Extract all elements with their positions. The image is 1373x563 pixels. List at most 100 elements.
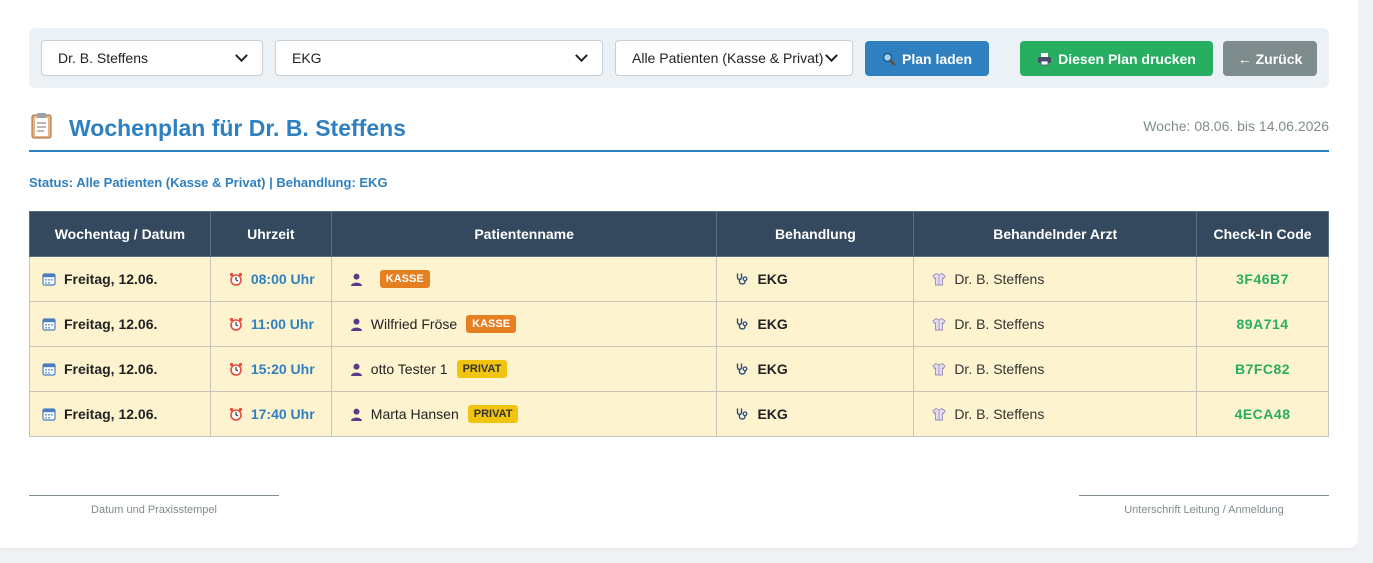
calendar-icon xyxy=(42,317,56,331)
page-card: Dr. B. Steffens EKG Alle Patienten (Kass… xyxy=(0,0,1358,548)
day-text: Freitag, 12.06. xyxy=(64,406,158,422)
day-text: Freitag, 12.06. xyxy=(64,361,158,377)
day-cell: Freitag, 12.06. xyxy=(29,256,211,302)
doctor-text: Dr. B. Steffens xyxy=(954,406,1045,422)
patient-name: Wilfried Fröse xyxy=(370,316,458,332)
treatment-select-value: EKG xyxy=(292,50,322,66)
insurance-badge: KASSE xyxy=(379,270,430,288)
patient-status-select-value: Alle Patienten (Kasse & Privat) xyxy=(632,50,824,66)
doctor-coat-icon xyxy=(932,272,946,286)
treatment-text: EKG xyxy=(757,406,788,422)
doctor-text: Dr. B. Steffens xyxy=(954,361,1045,377)
chevron-down-icon xyxy=(575,48,588,62)
table-row: Freitag, 12.06. 15:20 Uhr otto Tester 1 PRI… xyxy=(29,346,1329,392)
alarm-clock-icon xyxy=(229,407,243,421)
table-row: Freitag, 12.06. 11:00 Uhr Wilfried Fröse KA… xyxy=(29,301,1329,347)
signature-label-right: Unterschrift Leitung / Anmeldung xyxy=(1124,504,1284,516)
load-plan-label: Plan laden xyxy=(901,50,973,67)
alarm-clock-icon xyxy=(229,362,243,376)
person-icon xyxy=(350,273,363,286)
doctor-coat-icon xyxy=(932,317,946,331)
doctor-coat-icon xyxy=(932,362,946,376)
time-text: 11:00 Uhr xyxy=(250,316,314,332)
treatment-text: EKG xyxy=(757,271,788,287)
doctor-cell: Dr. B. Steffens xyxy=(913,346,1198,392)
person-icon xyxy=(350,363,363,376)
alarm-clock-icon xyxy=(229,317,243,331)
chevron-down-icon xyxy=(235,48,248,62)
stethoscope-icon xyxy=(735,362,749,376)
time-cell: 08:00 Uhr xyxy=(209,256,332,302)
doctor-select[interactable]: Dr. B. Steffens xyxy=(41,40,263,76)
day-text: Freitag, 12.06. xyxy=(64,316,158,332)
patient-cell: Marta Hansen PRIVAT xyxy=(330,391,718,437)
stethoscope-icon xyxy=(735,272,749,286)
person-icon xyxy=(350,318,363,331)
signature-line-right xyxy=(1079,495,1329,496)
patient-cell: otto Tester 1 PRIVAT xyxy=(330,346,718,392)
column-header: Check-In Code xyxy=(1196,211,1329,257)
column-header: Patientenname xyxy=(330,211,718,257)
patient-name: otto Tester 1 xyxy=(370,361,448,377)
doctor-select-value: Dr. B. Steffens xyxy=(58,50,149,66)
patient-cell: KASSE xyxy=(330,256,718,302)
doctor-text: Dr. B. Steffens xyxy=(954,271,1045,287)
printer-icon xyxy=(1037,52,1052,66)
page-title-group: Wochenplan für Dr. B. Steffens xyxy=(29,112,406,145)
print-plan-label: Diesen Plan drucken xyxy=(1058,50,1196,67)
clipboard-icon xyxy=(29,112,55,145)
doctor-cell: Dr. B. Steffens xyxy=(913,256,1198,302)
page-margin xyxy=(1358,0,1373,563)
magnifier-icon xyxy=(882,52,896,66)
time-text: 17:40 Uhr xyxy=(250,406,315,422)
column-header: Behandelnder Arzt xyxy=(913,211,1198,257)
day-cell: Freitag, 12.06. xyxy=(29,301,211,347)
filter-bar: Dr. B. Steffens EKG Alle Patienten (Kass… xyxy=(29,28,1329,88)
treatment-select[interactable]: EKG xyxy=(275,40,603,76)
person-icon xyxy=(350,408,363,421)
checkin-code: 89A714 xyxy=(1196,301,1329,347)
week-range: Woche: 08.06. bis 14.06.2026 xyxy=(1143,118,1329,134)
title-row: Wochenplan für Dr. B. Steffens Woche: 08… xyxy=(29,108,1329,152)
checkin-code: B7FC82 xyxy=(1196,346,1329,392)
patient-status-select[interactable]: Alle Patienten (Kasse & Privat) xyxy=(615,40,853,76)
insurance-badge: PRIVAT xyxy=(456,360,508,378)
stethoscope-icon xyxy=(735,407,749,421)
table-row: Freitag, 12.06. 17:40 Uhr Marta Hansen PRIV… xyxy=(29,391,1329,437)
column-header: Uhrzeit xyxy=(209,211,332,257)
stethoscope-icon xyxy=(735,317,749,331)
treatment-text: EKG xyxy=(757,316,788,332)
insurance-badge: KASSE xyxy=(466,315,517,333)
time-cell: 11:00 Uhr xyxy=(209,301,332,347)
signature-label-left: Datum und Praxisstempel xyxy=(91,504,217,516)
time-text: 15:20 Uhr xyxy=(250,361,315,377)
back-button[interactable]: ← Zurück xyxy=(1223,41,1317,76)
chevron-down-icon xyxy=(825,48,838,62)
print-plan-button[interactable]: Diesen Plan drucken xyxy=(1020,41,1213,76)
alarm-clock-icon xyxy=(229,272,243,286)
page-title: Wochenplan für Dr. B. Steffens xyxy=(69,115,406,141)
doctor-cell: Dr. B. Steffens xyxy=(913,301,1198,347)
column-header: Behandlung xyxy=(716,211,915,257)
signature-line-left xyxy=(29,495,279,496)
patient-cell: Wilfried Fröse KASSE xyxy=(330,301,718,347)
treatment-text: EKG xyxy=(757,361,788,377)
insurance-badge: PRIVAT xyxy=(467,405,519,423)
back-label: ← Zurück xyxy=(1237,50,1303,67)
treatment-cell: EKG xyxy=(716,256,915,302)
treatment-cell: EKG xyxy=(716,301,915,347)
patient-name: Marta Hansen xyxy=(370,406,459,422)
time-cell: 15:20 Uhr xyxy=(209,346,332,392)
load-plan-button[interactable]: Plan laden xyxy=(865,41,989,76)
checkin-code: 4ECA48 xyxy=(1196,391,1329,437)
checkin-code: 3F46B7 xyxy=(1196,256,1329,302)
appointments-table: Wochentag / Datum Uhrzeit Patientenname … xyxy=(29,211,1329,437)
table-row: Freitag, 12.06. 08:00 Uhr KASSE EKG Dr. B. S… xyxy=(29,256,1329,302)
calendar-icon xyxy=(42,272,56,286)
treatment-cell: EKG xyxy=(716,346,915,392)
treatment-cell: EKG xyxy=(716,391,915,437)
calendar-icon xyxy=(42,407,56,421)
calendar-icon xyxy=(42,362,56,376)
day-text: Freitag, 12.06. xyxy=(64,271,158,287)
day-cell: Freitag, 12.06. xyxy=(29,346,211,392)
